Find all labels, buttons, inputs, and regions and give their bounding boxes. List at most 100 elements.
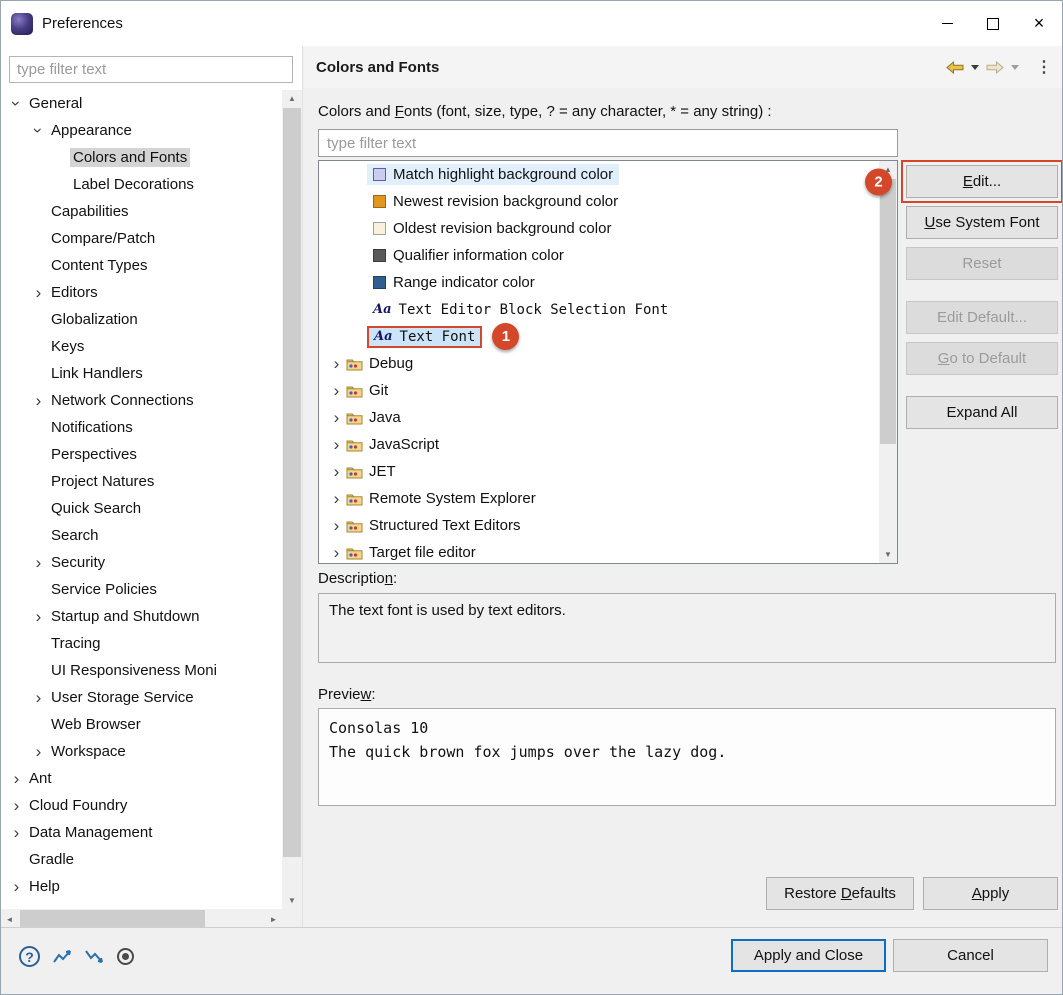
chevron-down-icon[interactable]: › bbox=[8, 94, 25, 113]
import-preferences-icon[interactable] bbox=[85, 949, 104, 964]
sidebar-item-compare-patch[interactable]: Compare/Patch bbox=[1, 225, 280, 252]
sidebar-item-search[interactable]: Search bbox=[1, 522, 280, 549]
chevron-right-icon[interactable]: › bbox=[7, 878, 26, 895]
sidebar-item-globalization[interactable]: Globalization bbox=[1, 306, 280, 333]
apply-and-close-button[interactable]: Apply and Close bbox=[731, 939, 886, 972]
sidebar-item-perspectives[interactable]: Perspectives bbox=[1, 441, 280, 468]
chevron-right-icon[interactable]: › bbox=[327, 463, 346, 480]
cancel-button[interactable]: Cancel bbox=[893, 939, 1048, 972]
sidebar-item-tracing[interactable]: Tracing bbox=[1, 630, 280, 657]
back-arrow-icon[interactable] bbox=[946, 61, 964, 74]
chevron-right-icon[interactable]: › bbox=[29, 689, 48, 706]
export-preferences-icon[interactable] bbox=[53, 949, 72, 964]
sidebar-filter-input[interactable] bbox=[9, 56, 293, 83]
fontlist-entry[interactable]: AaText Font bbox=[367, 326, 482, 348]
scroll-right-icon[interactable]: ► bbox=[265, 909, 282, 929]
chevron-right-icon[interactable]: › bbox=[7, 797, 26, 814]
sidebar-item-startup-and-shutdown[interactable]: ›Startup and Shutdown bbox=[1, 603, 280, 630]
sidebar-item-quick-search[interactable]: Quick Search bbox=[1, 495, 280, 522]
chevron-right-icon[interactable]: › bbox=[327, 355, 346, 372]
chevron-right-icon[interactable]: › bbox=[7, 770, 26, 787]
maximize-button[interactable] bbox=[970, 1, 1016, 46]
fontlist-entry[interactable]: AaText Editor Block Selection Font bbox=[367, 300, 674, 320]
sidebar-item-keys[interactable]: Keys bbox=[1, 333, 280, 360]
scroll-left-icon[interactable]: ◄ bbox=[1, 909, 18, 929]
scroll-down-icon[interactable]: ▼ bbox=[282, 892, 302, 909]
chevron-right-icon[interactable]: › bbox=[29, 743, 48, 760]
sidebar-item-user-storage-service[interactable]: ›User Storage Service bbox=[1, 684, 280, 711]
chevron-down-icon[interactable]: › bbox=[30, 121, 47, 140]
fontlist-entry[interactable]: Match highlight background color bbox=[367, 164, 619, 185]
sidebar-item-gradle[interactable]: Gradle bbox=[1, 846, 280, 873]
scroll-up-icon[interactable]: ▲ bbox=[282, 90, 302, 107]
fontlist-entry[interactable]: Range indicator color bbox=[367, 272, 541, 293]
fontlist-entry[interactable]: Oldest revision background color bbox=[367, 218, 617, 239]
sidebar-item-project-natures[interactable]: Project Natures bbox=[1, 468, 280, 495]
edit-button[interactable]: Edit...2 bbox=[906, 165, 1058, 198]
chevron-right-icon[interactable]: › bbox=[29, 608, 48, 625]
sidebar-item-link-handlers[interactable]: Link Handlers bbox=[1, 360, 280, 387]
sidebar-item-ant[interactable]: ›Ant bbox=[1, 765, 280, 792]
fontlist-item-match-highlight-background-color[interactable]: Match highlight background color bbox=[319, 161, 879, 188]
sidebar-item-colors-and-fonts[interactable]: Colors and Fonts bbox=[1, 144, 280, 171]
fontlist-item-range-indicator-color[interactable]: Range indicator color bbox=[319, 269, 879, 296]
help-icon[interactable]: ? bbox=[19, 946, 40, 967]
fontlist-item-javascript[interactable]: ›JavaScript bbox=[319, 431, 879, 458]
sidebar-item-workspace[interactable]: ›Workspace bbox=[1, 738, 280, 765]
back-history-dropdown-icon[interactable] bbox=[971, 65, 979, 70]
chevron-right-icon[interactable]: › bbox=[7, 824, 26, 841]
forward-arrow-icon[interactable] bbox=[986, 61, 1004, 74]
chevron-right-icon[interactable]: › bbox=[29, 284, 48, 301]
sidebar-item-security[interactable]: ›Security bbox=[1, 549, 280, 576]
chevron-right-icon[interactable]: › bbox=[29, 392, 48, 409]
fontlist-item-oldest-revision-background-color[interactable]: Oldest revision background color bbox=[319, 215, 879, 242]
sidebar-item-capabilities[interactable]: Capabilities bbox=[1, 198, 280, 225]
chevron-right-icon[interactable]: › bbox=[327, 382, 346, 399]
sidebar-item-ui-responsiveness-moni[interactable]: UI Responsiveness Moni bbox=[1, 657, 280, 684]
chevron-right-icon[interactable]: › bbox=[29, 554, 48, 571]
sidebar-item-help[interactable]: ›Help bbox=[1, 873, 280, 900]
sidebar-vscroll-thumb[interactable] bbox=[283, 108, 301, 857]
fontlist-item-text-font[interactable]: AaText Font1 bbox=[319, 323, 879, 350]
sidebar-item-cloud-foundry[interactable]: ›Cloud Foundry bbox=[1, 792, 280, 819]
preview-box[interactable]: Consolas 10 The quick brown fox jumps ov… bbox=[318, 708, 1056, 806]
chevron-right-icon[interactable]: › bbox=[327, 490, 346, 507]
fontlist-item-jet[interactable]: ›JET bbox=[319, 458, 879, 485]
expand-all-button[interactable]: Expand All bbox=[906, 396, 1058, 429]
sidebar-hscroll-thumb[interactable] bbox=[20, 910, 205, 928]
fontlist-item-remote-system-explorer[interactable]: ›Remote System Explorer bbox=[319, 485, 879, 512]
sidebar-item-label-decorations[interactable]: Label Decorations bbox=[1, 171, 280, 198]
sidebar-item-web-browser[interactable]: Web Browser bbox=[1, 711, 280, 738]
sidebar-item-general[interactable]: ›General bbox=[1, 90, 280, 117]
restore-defaults-button[interactable]: Restore Defaults bbox=[766, 877, 914, 910]
use-system-font-button[interactable]: Use System Font bbox=[906, 206, 1058, 239]
forward-history-dropdown-icon[interactable] bbox=[1011, 65, 1019, 70]
chevron-right-icon[interactable]: › bbox=[327, 517, 346, 534]
fontlist-item-target-file-editor[interactable]: ›Target file editor bbox=[319, 539, 879, 563]
fontlist-item-structured-text-editors[interactable]: ›Structured Text Editors bbox=[319, 512, 879, 539]
chevron-right-icon[interactable]: › bbox=[327, 436, 346, 453]
chevron-right-icon[interactable]: › bbox=[327, 544, 346, 561]
fontlist-item-git[interactable]: ›Git bbox=[319, 377, 879, 404]
chevron-right-icon[interactable]: › bbox=[327, 409, 346, 426]
fontlist-item-qualifier-information-color[interactable]: Qualifier information color bbox=[319, 242, 879, 269]
view-menu-icon[interactable]: ⋮ bbox=[1036, 57, 1052, 77]
sidebar-item-notifications[interactable]: Notifications bbox=[1, 414, 280, 441]
sidebar-item-content-types[interactable]: Content Types bbox=[1, 252, 280, 279]
sidebar-item-appearance[interactable]: ›Appearance bbox=[1, 117, 280, 144]
scroll-down-icon[interactable]: ▼ bbox=[879, 546, 897, 563]
list-vscroll-thumb[interactable] bbox=[880, 179, 896, 444]
sidebar-item-data-management[interactable]: ›Data Management bbox=[1, 819, 280, 846]
record-preferences-icon[interactable] bbox=[117, 948, 134, 965]
fontlist-entry[interactable]: Qualifier information color bbox=[367, 245, 570, 266]
minimize-button[interactable] bbox=[924, 1, 970, 46]
sidebar-item-service-policies[interactable]: Service Policies bbox=[1, 576, 280, 603]
fontlist-item-debug[interactable]: ›Debug bbox=[319, 350, 879, 377]
fontlist-item-java[interactable]: ›Java bbox=[319, 404, 879, 431]
fonts-filter-input[interactable] bbox=[318, 129, 898, 157]
fontlist-item-text-editor-block-selection-font[interactable]: AaText Editor Block Selection Font bbox=[319, 296, 879, 323]
fontlist-entry[interactable]: Newest revision background color bbox=[367, 191, 624, 212]
apply-button[interactable]: Apply bbox=[923, 877, 1058, 910]
sidebar-item-network-connections[interactable]: ›Network Connections bbox=[1, 387, 280, 414]
sidebar-item-editors[interactable]: ›Editors bbox=[1, 279, 280, 306]
